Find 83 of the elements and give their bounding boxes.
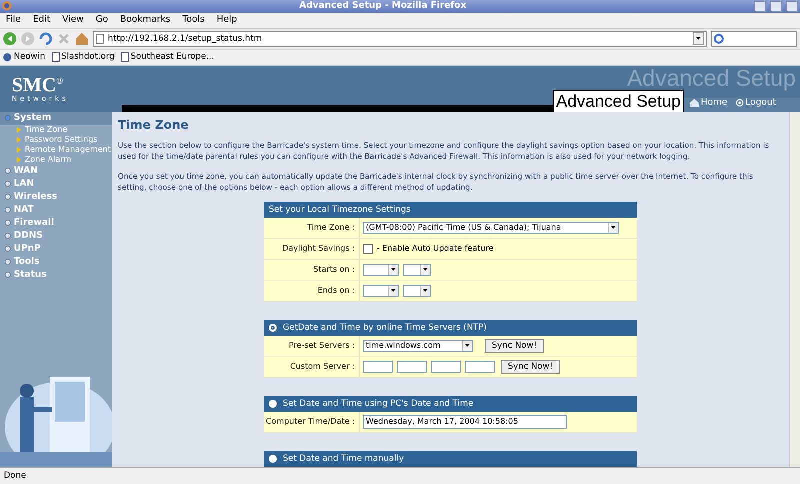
day-select[interactable] [403, 284, 431, 297]
section-title: Time Zone [118, 118, 190, 132]
bookmark-link[interactable]: Slashdot.org [52, 52, 115, 62]
bullet-icon [5, 259, 11, 266]
menu-item[interactable]: Tools [182, 15, 205, 26]
firefox-icon [2, 1, 12, 12]
field-label: Ends on : [264, 280, 360, 301]
bullet-icon [5, 246, 11, 252]
section-header: Set Date and Time manually [264, 450, 637, 467]
section-header: Set Date and Time using PC's Date and Time [264, 396, 637, 412]
bullet-icon [5, 220, 11, 226]
back-icon[interactable] [3, 32, 17, 46]
arrow-bullet-icon [17, 146, 21, 153]
bullet-icon [5, 233, 11, 240]
sync-now-button[interactable]: Sync Now! [485, 338, 544, 353]
page-header-title: Advanced Setup [553, 90, 684, 112]
search-engine-icon [714, 34, 724, 44]
field-label: Custom Server : [264, 356, 360, 377]
bullet-icon [5, 194, 11, 200]
page-icon [120, 52, 129, 62]
page-icon [52, 52, 60, 62]
computer-time-field[interactable]: Wednesday, March 17, 2004 10:58:05 [363, 414, 567, 429]
power-icon [736, 98, 744, 107]
globe-icon [3, 52, 12, 62]
menu-item[interactable]: Bookmarks [120, 15, 171, 26]
bookmark-link[interactable]: Southeast Europe... [120, 52, 214, 62]
logo: SMC$^{®}$ [12, 73, 64, 96]
radio-button[interactable] [269, 400, 277, 408]
ip-field[interactable] [431, 360, 461, 373]
menu-item[interactable]: File [6, 15, 22, 26]
dropdown-caret-icon[interactable] [388, 264, 398, 275]
home-link[interactable]: Home [690, 98, 728, 108]
dropdown-caret-icon[interactable] [420, 264, 430, 275]
field-label: Time Zone : [264, 218, 360, 238]
arrow-bullet-icon [17, 126, 21, 133]
logout-link[interactable]: Logout [736, 98, 776, 108]
status-text: Done [0, 467, 800, 484]
home-icon [690, 98, 699, 107]
field-label: Computer Time/Date : [264, 412, 360, 432]
home-icon[interactable] [75, 32, 89, 46]
maximize-button[interactable] [770, 0, 782, 12]
section-header: Set your Local Timezone Settings [264, 202, 637, 218]
sync-now-button[interactable]: Sync Now! [501, 360, 560, 374]
address-field[interactable]: http://192.168.2.1/setup_status.htm [93, 30, 707, 47]
menu-item[interactable]: Edit [33, 15, 50, 26]
dropdown-caret-icon[interactable] [462, 340, 472, 351]
timezone-select[interactable]: (GMT-08:00) Pacific Time (US & Canada); Tijuana [363, 222, 619, 234]
arrow-bullet-icon [17, 156, 21, 163]
bullet-icon [5, 181, 11, 188]
bullet-icon [5, 207, 11, 214]
radio-button[interactable] [269, 324, 277, 332]
reload-icon[interactable] [39, 32, 53, 46]
field-label: Pre-set Servers : [264, 336, 360, 356]
dropdown-caret-icon[interactable] [608, 222, 618, 233]
server-select[interactable]: time.windows.com [363, 340, 473, 352]
page-icon [96, 34, 104, 44]
field-label: Daylight Savings : [264, 238, 360, 259]
section-header: GetDate and Time by online Time Servers (NTP) [264, 320, 637, 336]
ip-field[interactable] [363, 360, 393, 373]
menu-item[interactable]: View [62, 15, 84, 26]
radio-button[interactable] [269, 454, 277, 463]
bullet-icon [5, 115, 11, 122]
dropdown-caret-icon[interactable] [693, 32, 704, 46]
arrow-bullet-icon [17, 136, 21, 143]
ip-field[interactable] [397, 360, 427, 373]
menu-item[interactable]: Help [216, 15, 238, 26]
dropdown-caret-icon[interactable] [420, 286, 430, 296]
search-field[interactable] [711, 30, 797, 47]
ip-field[interactable] [465, 360, 495, 373]
menu-item[interactable]: Go [96, 15, 108, 26]
window-title: Advanced Setup - Mozilla Firefox [298, 1, 468, 12]
day-select[interactable] [403, 264, 431, 276]
checkbox[interactable] [363, 244, 373, 254]
close-button[interactable] [786, 0, 798, 12]
bookmark-link[interactable]: Neowin [3, 52, 46, 62]
field-label: Starts on : [264, 260, 360, 280]
dropdown-caret-icon[interactable] [388, 286, 398, 296]
bullet-icon [5, 168, 11, 174]
minimize-button[interactable] [754, 0, 766, 12]
checkbox-label: - Enable Auto Update feature [377, 244, 494, 254]
scrollbar[interactable] [789, 112, 800, 468]
bullet-icon [5, 272, 11, 278]
banner-text: Advanced Setup [627, 66, 796, 90]
